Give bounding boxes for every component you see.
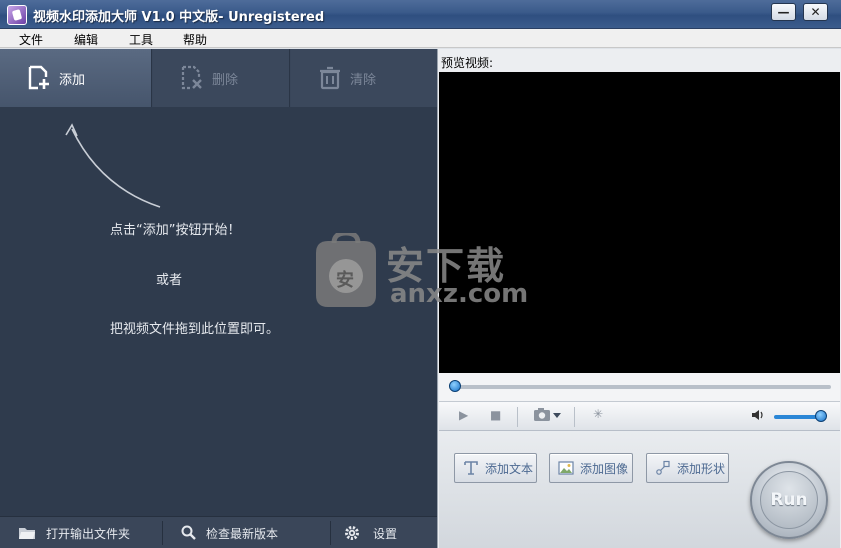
pointer-arrow-icon (65, 123, 161, 208)
run-button-label: Run (760, 471, 818, 529)
check-update-button[interactable]: 检查最新版本 (180, 517, 278, 548)
shape-icon (655, 460, 671, 476)
menu-file[interactable]: 文件 (19, 31, 43, 48)
window-title: 视频水印添加大师 V1.0 中文版- Unregistered (33, 10, 325, 25)
menu-tools[interactable]: 工具 (129, 31, 153, 48)
check-update-label: 检查最新版本 (206, 526, 279, 541)
add-file-icon (25, 64, 53, 92)
settings-label: 设置 (373, 526, 398, 541)
playback-controls: ▶ ■ ✳ (439, 401, 840, 431)
title-bar: 视频水印添加大师 V1.0 中文版- Unregistered — ✕ (0, 0, 841, 29)
add-image-button[interactable]: 添加图像 (549, 453, 633, 483)
stop-icon[interactable]: ■ (490, 408, 501, 422)
volume-icon[interactable] (751, 408, 765, 425)
effects-icon[interactable]: ✳ (593, 407, 603, 421)
seek-bar[interactable] (439, 373, 840, 401)
add-shape-label: 添加形状 (677, 461, 726, 476)
add-text-button[interactable]: 添加文本 (454, 453, 537, 483)
watermark-actions: 添加文本 添加图像 添加形状 Run (439, 431, 840, 548)
close-button[interactable]: ✕ (803, 3, 828, 21)
menu-bar: 文件 编辑 工具 帮助 (0, 29, 841, 48)
add-text-label: 添加文本 (485, 461, 534, 476)
add-button-label: 添加 (59, 72, 86, 88)
open-output-folder-label: 打开输出文件夹 (46, 526, 131, 541)
watermark-logo: 安 安下载 anxz.com (312, 230, 532, 313)
text-icon (463, 460, 479, 476)
delete-file-icon (178, 64, 206, 92)
minimize-button[interactable]: — (771, 3, 796, 21)
watermark-en: anxz.com (390, 279, 529, 309)
trash-icon (316, 64, 344, 92)
play-icon[interactable]: ▶ (459, 408, 468, 422)
add-image-label: 添加图像 (580, 461, 629, 476)
folder-icon (18, 524, 36, 542)
open-output-folder-button[interactable]: 打开输出文件夹 (18, 517, 130, 548)
video-preview (439, 72, 840, 373)
add-button[interactable]: 添加 (0, 49, 152, 107)
image-icon (558, 460, 574, 476)
delete-button-label: 删除 (212, 72, 239, 88)
add-shape-button[interactable]: 添加形状 (646, 453, 729, 483)
search-icon (180, 524, 198, 542)
hint-drag-files: 把视频文件拖到此位置即可。 (110, 322, 280, 337)
seek-handle[interactable] (449, 380, 461, 392)
bottom-bar: 打开输出文件夹 检查最新版本 设置 (0, 516, 437, 548)
app-icon (7, 5, 27, 25)
clear-button[interactable]: 清除 (291, 49, 437, 107)
watermark-badge: 安 (336, 270, 354, 291)
hint-click-add: 点击“添加”按钮开始！ (110, 223, 241, 238)
menu-help[interactable]: 帮助 (183, 31, 207, 48)
menu-edit[interactable]: 编辑 (74, 31, 98, 48)
file-toolbar: 添加 删除 清除 (0, 49, 437, 107)
volume-handle[interactable] (815, 410, 828, 422)
seek-track[interactable] (449, 385, 831, 389)
clear-button-label: 清除 (350, 72, 377, 88)
preview-label: 预览视频: (441, 56, 494, 70)
hint-or: 或者 (156, 273, 183, 288)
run-button[interactable]: Run (750, 461, 828, 539)
settings-button[interactable]: 设置 (343, 517, 397, 548)
gear-icon (343, 524, 361, 542)
delete-button[interactable]: 删除 (153, 49, 290, 107)
camera-icon[interactable] (533, 406, 563, 427)
